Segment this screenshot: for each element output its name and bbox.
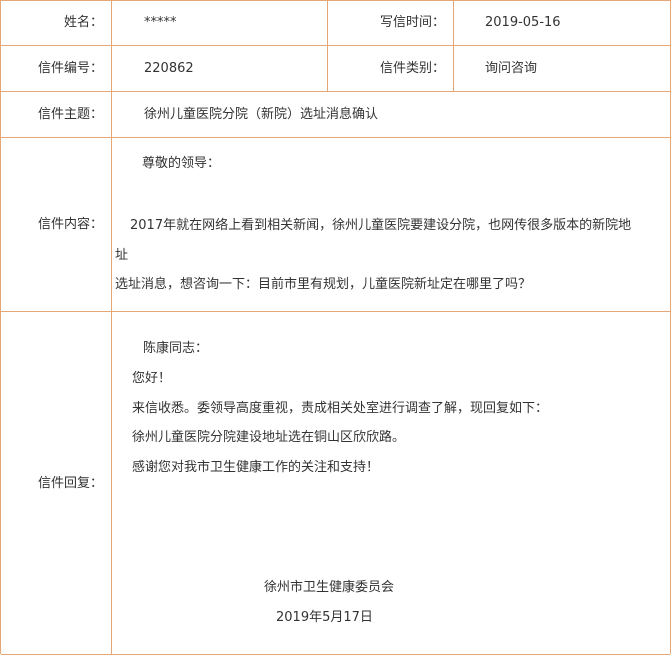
reply-line-2: 徐州儿童医院分院建设地址选在铜山区欣欣路。 bbox=[132, 430, 406, 445]
reply-date: 2019年5月17日 bbox=[276, 610, 373, 625]
reply-signature: 徐州市卫生健康委员会 bbox=[264, 580, 395, 595]
content-label: 信件内容： bbox=[37, 217, 103, 232]
reply-line-3: 感谢您对我市卫生健康工作的关注和支持！ bbox=[132, 460, 380, 475]
reply-greeting: 您好！ bbox=[132, 371, 172, 386]
date-value: 2019-05-16 bbox=[485, 15, 561, 30]
row-id-category: 信件编号： 220862 信件类别： 询问咨询 bbox=[1, 46, 670, 92]
date-label: 写信时间： bbox=[379, 15, 445, 30]
name-label: 姓名： bbox=[63, 15, 103, 30]
content-salutation: 尊敬的领导： bbox=[142, 156, 221, 171]
letter-id-value: 220862 bbox=[144, 60, 194, 76]
letter-table: 姓名： ***** 写信时间： 2019-05-16 信件编号： 220862 … bbox=[0, 0, 671, 655]
row-reply: 信件回复： 陈康同志： 您好！ 来信收悉。委领导高度重视，责成相关处室进行调查了… bbox=[1, 312, 670, 655]
row-subject: 信件主题： 徐州儿童医院分院（新院）选址消息确认 bbox=[1, 92, 670, 138]
category-value: 询问咨询 bbox=[485, 60, 538, 76]
reply-salutation: 陈康同志： bbox=[143, 341, 209, 356]
reply-body: 陈康同志： 您好！ 来信收悉。委领导高度重视，责成相关处室进行调查了解，现回复如… bbox=[112, 312, 670, 654]
row-content: 信件内容： 尊敬的领导： 2017年就在网络上看到相关新闻，徐州儿童医院要建设分… bbox=[1, 138, 670, 312]
letter-id-label: 信件编号： bbox=[37, 60, 103, 76]
content-line-3: 选址消息，想咨询一下：目前市里有规划，儿童医院新址定在哪里了吗？ bbox=[115, 277, 532, 292]
content-line-2: 址 bbox=[115, 248, 129, 263]
reply-label: 信件回复： bbox=[37, 476, 103, 491]
content-line-1: 2017年就在网络上看到相关新闻，徐州儿童医院要建设分院，也网传很多版本的新院地 bbox=[130, 218, 632, 233]
content-body: 尊敬的领导： 2017年就在网络上看到相关新闻，徐州儿童医院要建设分院，也网传很… bbox=[112, 138, 670, 311]
subject-label: 信件主题： bbox=[37, 106, 103, 122]
category-label: 信件类别： bbox=[379, 60, 445, 76]
reply-line-1: 来信收悉。委领导高度重视，责成相关处室进行调查了解，现回复如下： bbox=[132, 401, 549, 416]
name-value: ***** bbox=[144, 15, 177, 30]
subject-value: 徐州儿童医院分院（新院）选址消息确认 bbox=[144, 106, 379, 122]
row-name-date: 姓名： ***** 写信时间： 2019-05-16 bbox=[1, 1, 670, 46]
